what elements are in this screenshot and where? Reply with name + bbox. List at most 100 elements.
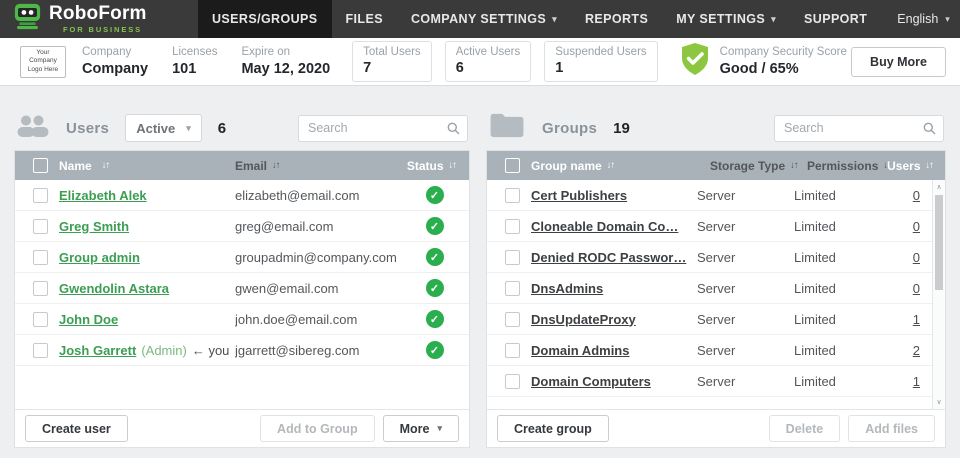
company-stats: CompanyCompanyLicenses101Expire onMay 12… <box>82 45 330 78</box>
user-name-cell: Gwendolin Astara <box>59 281 235 296</box>
group-name-link[interactable]: DnsAdmins <box>531 281 603 296</box>
row-checkbox[interactable] <box>505 312 520 327</box>
column-header-status[interactable]: Status↓↑ <box>408 159 469 173</box>
group-name-link[interactable]: DnsUpdateProxy <box>531 312 636 327</box>
stat-label: Company <box>82 45 148 59</box>
group-users-count-link[interactable]: 0 <box>913 188 920 203</box>
row-checkbox[interactable] <box>505 374 520 389</box>
users-search <box>298 115 468 142</box>
group-users-count-link[interactable]: 0 <box>913 250 920 265</box>
stat-label: Total Users <box>363 45 421 59</box>
sort-icon: ↓↑ <box>102 160 110 171</box>
user-name-cell: Elizabeth Alek <box>59 188 235 203</box>
table-row: DnsAdminsServerLimited0 <box>487 273 932 304</box>
row-checkbox[interactable] <box>33 219 48 234</box>
group-name-link[interactable]: Cloneable Domain Co… <box>531 219 678 234</box>
table-row: DnsUpdateProxyServerLimited1 <box>487 304 932 335</box>
add-files-button[interactable]: Add files <box>848 415 935 442</box>
select-all-checkbox[interactable] <box>33 158 48 173</box>
robot-icon <box>14 3 41 35</box>
row-checkbox[interactable] <box>33 281 48 296</box>
group-name-link[interactable]: Domain Computers <box>531 374 651 389</box>
nav-item-my-settings[interactable]: MY SETTINGS▾ <box>662 0 790 38</box>
table-row: Gwendolin Astaragwen@email.com✓ <box>15 273 469 304</box>
column-header-group-name[interactable]: Group name↓↑ <box>531 159 710 173</box>
nav-item-label: SUPPORT <box>804 12 867 26</box>
nav-item-label: MY SETTINGS <box>676 12 765 26</box>
user-name-link[interactable]: John Doe <box>59 312 118 327</box>
status-cell: ✓ <box>408 217 469 235</box>
stat-company: CompanyCompany <box>82 45 148 78</box>
nav-item-files[interactable]: FILES <box>332 0 397 38</box>
row-checkbox[interactable] <box>505 281 520 296</box>
group-users-count-link[interactable]: 1 <box>913 374 920 389</box>
add-to-group-button[interactable]: Add to Group <box>260 415 375 442</box>
groups-table-card: Group name↓↑Storage Type↓↑Permissions↓↑U… <box>486 150 946 448</box>
create-user-button[interactable]: Create user <box>25 415 128 442</box>
group-name-link[interactable]: Domain Admins <box>531 343 629 358</box>
users-panel: Users Active ▾ 6 Name↓↑Email↓↑Status↓↑ E… <box>14 106 470 448</box>
row-checkbox[interactable] <box>33 312 48 327</box>
group-users-count-link[interactable]: 0 <box>913 281 920 296</box>
status-active-icon: ✓ <box>426 279 444 297</box>
more-button[interactable]: More ▾ <box>383 415 459 442</box>
admin-note: (Admin) <box>141 343 187 358</box>
row-checkbox[interactable] <box>505 188 520 203</box>
nav-item-label: COMPANY SETTINGS <box>411 12 546 26</box>
row-checkbox[interactable] <box>33 250 48 265</box>
user-name-link[interactable]: Gwendolin Astara <box>59 281 169 296</box>
stat-suspended-users: Suspended Users1 <box>544 41 657 83</box>
group-name-cell: Denied RODC Passwor… <box>531 250 697 265</box>
row-checkbox[interactable] <box>505 343 520 358</box>
nav-item-users-groups[interactable]: USERS/GROUPS <box>198 0 332 38</box>
select-all-checkbox[interactable] <box>505 158 520 173</box>
scroll-up-icon[interactable]: ∧ <box>933 183 945 191</box>
group-users-count-link[interactable]: 0 <box>913 219 920 234</box>
column-header-name[interactable]: Name↓↑ <box>59 159 235 173</box>
scroll-down-icon[interactable]: ∨ <box>933 398 945 406</box>
stat-label: Active Users <box>456 45 521 59</box>
column-header-storage-type[interactable]: Storage Type↓↑ <box>710 159 807 173</box>
groups-scrollbar[interactable]: ∧ ∨ <box>932 180 945 409</box>
delete-button[interactable]: Delete <box>769 415 841 442</box>
group-name-link[interactable]: Cert Publishers <box>531 188 627 203</box>
nav-item-reports[interactable]: REPORTS <box>571 0 662 38</box>
user-name-link[interactable]: Josh Garrett <box>59 343 136 358</box>
column-header-permissions[interactable]: Permissions↓↑ <box>807 159 900 173</box>
buy-more-button[interactable]: Buy More <box>851 47 946 77</box>
create-group-button[interactable]: Create group <box>497 415 609 442</box>
users-search-input[interactable] <box>298 115 468 142</box>
sort-icon: ↓↑ <box>449 160 457 171</box>
roboform-logo[interactable]: RoboForm FOR BUSINESS <box>0 0 198 38</box>
checkbox-cell <box>15 281 59 296</box>
users-panel-footer: Create user Add to Group More ▾ <box>15 409 469 447</box>
group-users-count-link[interactable]: 1 <box>913 312 920 327</box>
users-filter-dropdown[interactable]: Active ▾ <box>125 114 202 142</box>
status-active-icon: ✓ <box>426 310 444 328</box>
groups-table-header: Group name↓↑Storage Type↓↑Permissions↓↑U… <box>487 151 945 180</box>
users-count: 6 <box>218 120 226 137</box>
user-email: jgarrett@sibereg.com <box>235 343 408 358</box>
user-name-link[interactable]: Elizabeth Alek <box>59 188 147 203</box>
brand-name: RoboForm <box>49 4 147 23</box>
column-header-email[interactable]: Email↓↑ <box>235 159 408 173</box>
user-name-link[interactable]: Greg Smith <box>59 219 129 234</box>
group-users-count-link[interactable]: 2 <box>913 343 920 358</box>
row-checkbox[interactable] <box>33 343 48 358</box>
scrollbar-thumb[interactable] <box>935 195 943 290</box>
row-checkbox[interactable] <box>505 219 520 234</box>
column-header-users[interactable]: Users↓↑ <box>900 159 945 173</box>
status-cell: ✓ <box>408 310 469 328</box>
nav-item-company-settings[interactable]: COMPANY SETTINGS▾ <box>397 0 571 38</box>
language-selector[interactable]: English ▾ <box>881 0 960 38</box>
row-checkbox[interactable] <box>505 250 520 265</box>
groups-search-input[interactable] <box>774 115 944 142</box>
user-name-link[interactable]: Group admin <box>59 250 140 265</box>
group-name-link[interactable]: Denied RODC Passwor… <box>531 250 686 265</box>
nav-item-support[interactable]: SUPPORT <box>790 0 881 38</box>
row-checkbox[interactable] <box>33 188 48 203</box>
status-cell: ✓ <box>408 279 469 297</box>
users-panel-header: Users Active ▾ 6 <box>14 106 470 150</box>
chevron-down-icon: ▾ <box>186 123 191 134</box>
group-permissions: Limited <box>794 374 887 389</box>
